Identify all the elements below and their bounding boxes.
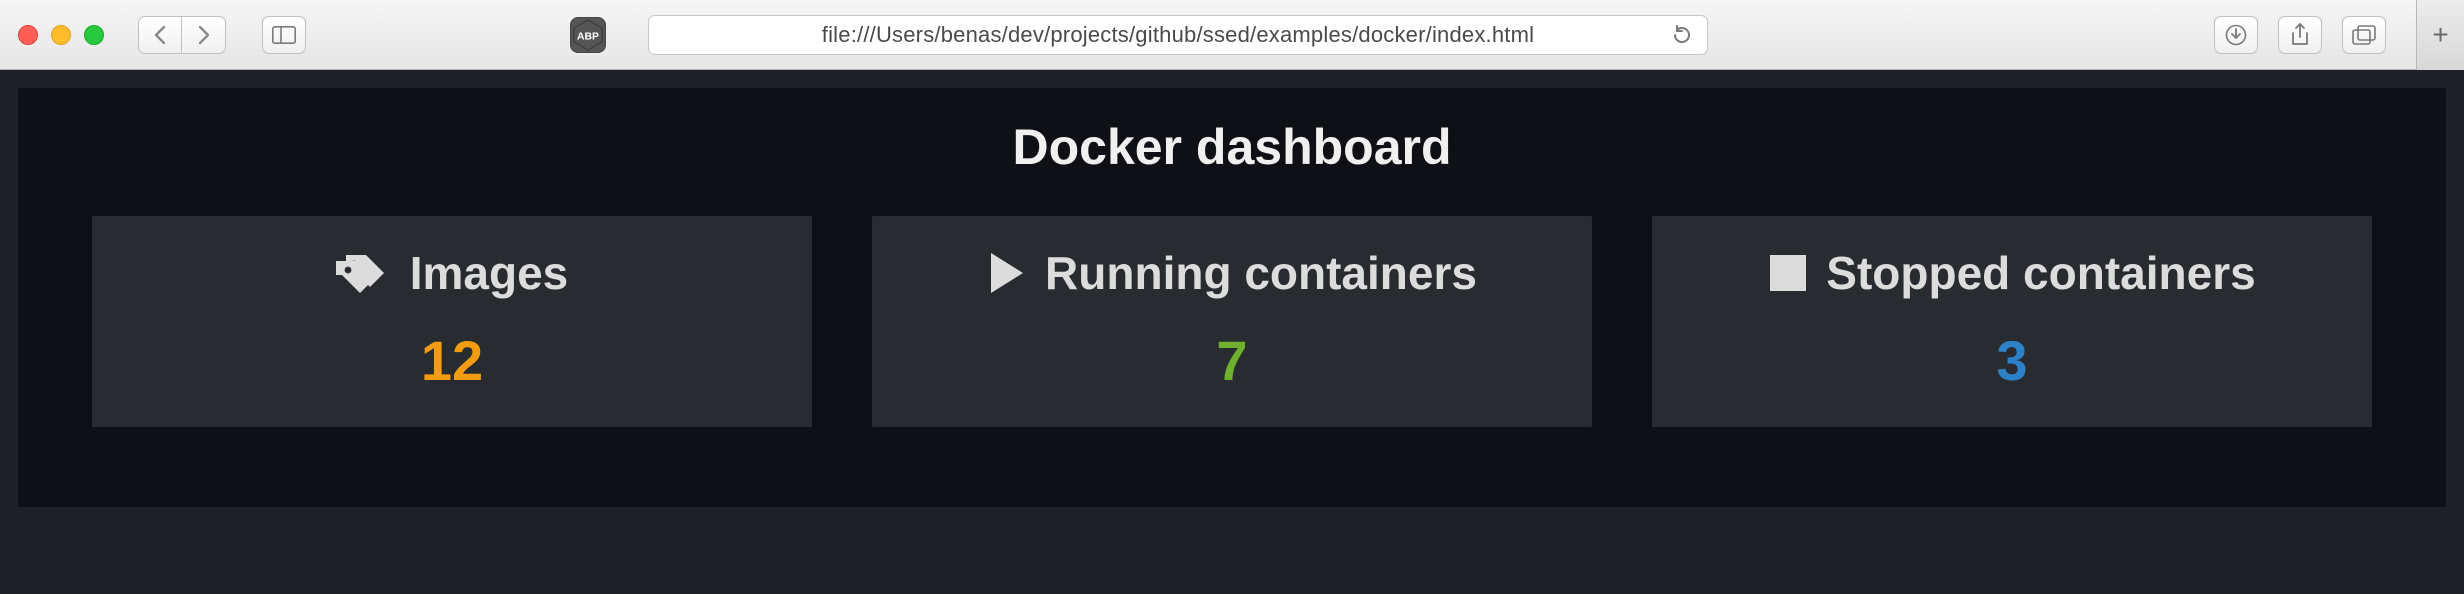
plus-icon: + (2432, 19, 2448, 51)
card-label: Running containers (1045, 246, 1477, 300)
reload-icon (1671, 24, 1693, 46)
reload-button[interactable] (1671, 24, 1693, 46)
card-label: Stopped containers (1826, 246, 2255, 300)
address-bar[interactable]: file:///Users/benas/dev/projects/github/… (648, 15, 1708, 55)
browser-toolbar: ABP file:///Users/benas/dev/projects/git… (0, 0, 2464, 70)
card-label: Images (410, 246, 569, 300)
nav-buttons (138, 16, 226, 54)
back-button[interactable] (138, 16, 182, 54)
card-value-stopped: 3 (1672, 328, 2352, 393)
svg-text:ABP: ABP (577, 31, 599, 42)
chevron-left-icon (153, 25, 167, 45)
share-icon (2290, 23, 2310, 47)
tags-icon (336, 251, 392, 295)
abp-icon: ABP (571, 17, 605, 53)
stat-cards: Images 12 Running containers 7 (78, 216, 2386, 427)
card-header: Running containers (892, 246, 1572, 300)
browser-window: ABP file:///Users/benas/dev/projects/git… (0, 0, 2464, 507)
card-stopped: Stopped containers 3 (1652, 216, 2372, 427)
new-tab-button[interactable]: + (2416, 0, 2464, 70)
maximize-window-button[interactable] (84, 25, 104, 45)
chevron-right-icon (197, 25, 211, 45)
card-value-images: 12 (112, 328, 792, 393)
card-running: Running containers 7 (872, 216, 1592, 427)
sidebar-toggle-button[interactable] (262, 16, 306, 54)
toolbar-right: + (2214, 0, 2446, 70)
tabs-overview-button[interactable] (2342, 16, 2386, 54)
tabs-icon (2352, 25, 2376, 45)
adblock-extension-button[interactable]: ABP (570, 17, 606, 53)
card-header: Images (112, 246, 792, 300)
download-icon (2225, 24, 2247, 46)
address-url: file:///Users/benas/dev/projects/github/… (822, 22, 1534, 48)
share-button[interactable] (2278, 16, 2322, 54)
play-icon (987, 251, 1027, 295)
page-content: Docker dashboard Images 12 (18, 88, 2446, 507)
minimize-window-button[interactable] (51, 25, 71, 45)
stop-icon (1768, 253, 1808, 293)
window-controls (18, 25, 104, 45)
card-value-running: 7 (892, 328, 1572, 393)
close-window-button[interactable] (18, 25, 38, 45)
forward-button[interactable] (182, 16, 226, 54)
card-images: Images 12 (92, 216, 812, 427)
page-title: Docker dashboard (78, 118, 2386, 176)
sidebar-icon (272, 26, 296, 44)
downloads-button[interactable] (2214, 16, 2258, 54)
card-header: Stopped containers (1672, 246, 2352, 300)
